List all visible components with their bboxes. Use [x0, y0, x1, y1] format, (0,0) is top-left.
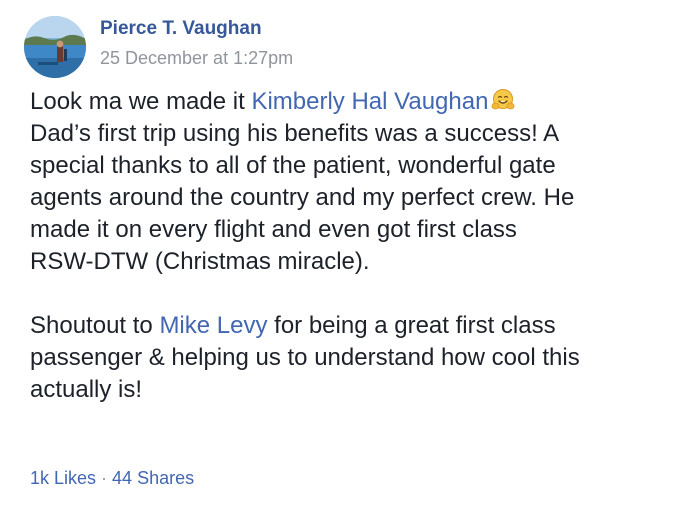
mention-kimberly-hal-vaughan[interactable]: Kimberly Hal Vaughan [251, 88, 488, 115]
text-segment: Look ma we made it [30, 88, 252, 115]
text-line: agents around the country and my perfect… [30, 184, 575, 211]
text-segment: Shoutout to [30, 312, 160, 339]
text-line: passenger & helping us to understand how… [30, 344, 580, 371]
text-line: special thanks to all of the patient, wo… [30, 152, 556, 179]
post-paragraph-2: Shoutout to Mike Levy for being a great … [30, 310, 690, 406]
mention-mike-levy[interactable]: Mike Levy [159, 312, 267, 339]
profile-photo-icon [24, 16, 86, 78]
post-paragraph-1: Look ma we made it Kimberly Hal Vaughan … [30, 86, 690, 278]
post-body: Look ma we made it Kimberly Hal Vaughan … [30, 86, 690, 406]
post-stats: 1k Likes · 44 Shares [30, 468, 194, 489]
stats-separator: · [101, 468, 108, 488]
text-line: made it on every flight and even got fir… [30, 216, 517, 243]
hugging-face-icon [491, 88, 515, 112]
facebook-post: Pierce T. Vaughan 25 December at 1:27pm … [0, 0, 700, 505]
likes-count-link[interactable]: 1k Likes [30, 468, 96, 488]
text-line: RSW-DTW (Christmas miracle). [30, 248, 370, 275]
text-line: Shoutout to Mike Levy for being a great … [30, 312, 556, 339]
author-name[interactable]: Pierce T. Vaughan [100, 18, 262, 40]
text-segment: for being a great first class [267, 312, 556, 339]
text-line: Look ma we made it Kimberly Hal Vaughan [30, 88, 515, 115]
author-avatar[interactable] [24, 16, 86, 78]
shares-count-link[interactable]: 44 Shares [112, 468, 194, 488]
post-timestamp[interactable]: 25 December at 1:27pm [100, 48, 293, 69]
text-line: Dad’s first trip using his benefits was … [30, 120, 560, 147]
text-line: actually is! [30, 376, 143, 403]
